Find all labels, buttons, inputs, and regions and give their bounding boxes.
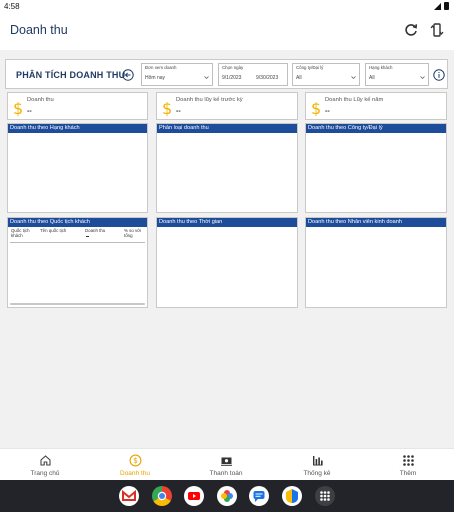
column-header[interactable]: Doanh thu	[85, 228, 105, 233]
nav-label: Doanh thu	[120, 470, 150, 477]
date-end[interactable]: 9/30/2023	[256, 75, 278, 81]
nav-payment[interactable]: Thanh toán	[196, 454, 256, 477]
nav-statistics[interactable]: Thống kê	[287, 454, 347, 477]
messages-icon[interactable]	[249, 486, 269, 506]
filter-value: Hôm nay	[145, 75, 166, 81]
panel-revenue-by-nationality: Doanh thu theo Quốc tịch khách Quốc tịch…	[7, 217, 148, 308]
back-arrow-icon[interactable]	[122, 68, 134, 81]
app-title: Doanh thu	[10, 23, 68, 37]
grid-menu-icon	[402, 455, 414, 466]
report-title: PHÂN TÍCH DOANH THU	[16, 70, 126, 80]
system-taskbar	[0, 480, 454, 512]
dollar-icon: $	[13, 99, 24, 118]
panel-revenue-by-time: Doanh thu theo Thời gian	[156, 217, 298, 308]
kpi-cumulative-prior: $ Doanh thu lũy kế trước kỳ --	[156, 92, 298, 120]
system-icons	[434, 2, 449, 10]
column-header[interactable]: Tên quốc tịch	[40, 228, 66, 233]
chevron-down-icon	[351, 76, 356, 79]
filter-value: All	[369, 75, 375, 81]
panel-title: Doanh thu theo Hạng khách	[8, 124, 147, 133]
signal-icon	[434, 2, 441, 10]
kpi-cumulative-year: $ Doanh thu Lũy kế năm --	[305, 92, 447, 120]
files-app-icon[interactable]	[282, 486, 302, 506]
filter-label: Chọn ngày	[222, 65, 244, 70]
refresh-icon[interactable]	[403, 22, 419, 38]
filter-guest-class[interactable]: Hạng khách All	[365, 63, 429, 86]
home-icon	[39, 455, 51, 466]
battery-icon	[444, 2, 449, 10]
column-header[interactable]: Quốc tịch khách	[11, 228, 37, 238]
date-start[interactable]: 9/1/2023	[222, 75, 241, 81]
kpi-value: --	[27, 108, 32, 115]
payment-icon	[220, 457, 232, 466]
nav-home[interactable]: Trang chủ	[15, 454, 75, 477]
rotate-screen-icon[interactable]	[429, 22, 445, 38]
panel-title: Doanh thu theo Nhân viên kinh doanh	[306, 218, 446, 227]
report-header: PHÂN TÍCH DOANH THU Đơn xem doanh Hôm na…	[5, 59, 448, 89]
report-page: PHÂN TÍCH DOANH THU Đơn xem doanh Hôm na…	[0, 50, 454, 448]
filter-company[interactable]: Công ty/Đại lý All	[292, 63, 360, 86]
chevron-down-icon	[420, 76, 425, 79]
filter-label: Hạng khách	[369, 65, 393, 70]
nav-label: Thống kê	[303, 470, 331, 477]
panel-title: Doanh thu theo Thời gian	[157, 218, 297, 227]
kpi-label: Doanh thu	[27, 97, 54, 103]
panel-revenue-by-salesperson: Doanh thu theo Nhân viên kinh doanh	[305, 217, 447, 308]
kpi-revenue: $ Doanh thu --	[7, 92, 148, 120]
horizontal-scrollbar[interactable]	[10, 303, 145, 305]
app-drawer-icon[interactable]	[315, 486, 335, 506]
youtube-icon[interactable]	[184, 486, 204, 506]
panel-title: Doanh thu theo Quốc tịch khách	[8, 218, 147, 227]
bar-chart-icon	[312, 456, 323, 466]
app-bar: Doanh thu	[0, 13, 454, 49]
kpi-value: --	[176, 108, 181, 115]
filter-view-mode[interactable]: Đơn xem doanh Hôm nay	[141, 63, 213, 86]
table-header: Quốc tịch khách Tên quốc tịch Doanh thu …	[10, 228, 145, 242]
status-time: 4:58	[4, 2, 20, 11]
bottom-nav: Trang chủ $ Doanh thu Thanh toán Thống k…	[0, 448, 454, 480]
info-icon[interactable]	[433, 68, 445, 81]
nav-more[interactable]: Thêm	[378, 454, 438, 477]
nav-label: Thêm	[399, 470, 417, 477]
chevron-down-icon	[204, 76, 209, 79]
chrome-icon[interactable]	[152, 486, 172, 506]
kpi-value: --	[325, 108, 330, 115]
column-header[interactable]: % so với tổng	[124, 228, 144, 238]
nav-revenue[interactable]: $ Doanh thu	[105, 454, 165, 477]
panel-title: Phân loại doanh thu	[157, 124, 297, 133]
filter-label: Công ty/Đại lý	[296, 65, 324, 70]
gmail-icon[interactable]	[119, 486, 139, 506]
svg-text:$: $	[133, 456, 138, 465]
panel-revenue-classification: Phân loại doanh thu	[156, 123, 298, 213]
dollar-icon: $	[311, 99, 322, 118]
panel-title: Doanh thu theo Công ty/Đại lý	[306, 124, 446, 133]
filter-label: Đơn xem doanh	[145, 65, 177, 70]
photos-icon[interactable]	[217, 486, 237, 506]
dollar-circle-icon: $	[129, 454, 141, 467]
panel-revenue-by-company: Doanh thu theo Công ty/Đại lý	[305, 123, 447, 213]
filter-date-range[interactable]: Chọn ngày 9/1/2023 9/30/2023	[218, 63, 288, 86]
status-bar: 4:58	[0, 0, 454, 13]
sort-indicator	[86, 236, 89, 237]
kpi-label: Doanh thu lũy kế trước kỳ	[176, 97, 243, 103]
nav-label: Thanh toán	[209, 470, 243, 477]
kpi-label: Doanh thu Lũy kế năm	[325, 97, 384, 103]
filter-value: All	[296, 75, 302, 81]
table-divider	[10, 242, 145, 243]
panel-revenue-by-guest-class: Doanh thu theo Hạng khách	[7, 123, 148, 213]
nav-label: Trang chủ	[30, 470, 60, 477]
dollar-icon: $	[162, 99, 173, 118]
